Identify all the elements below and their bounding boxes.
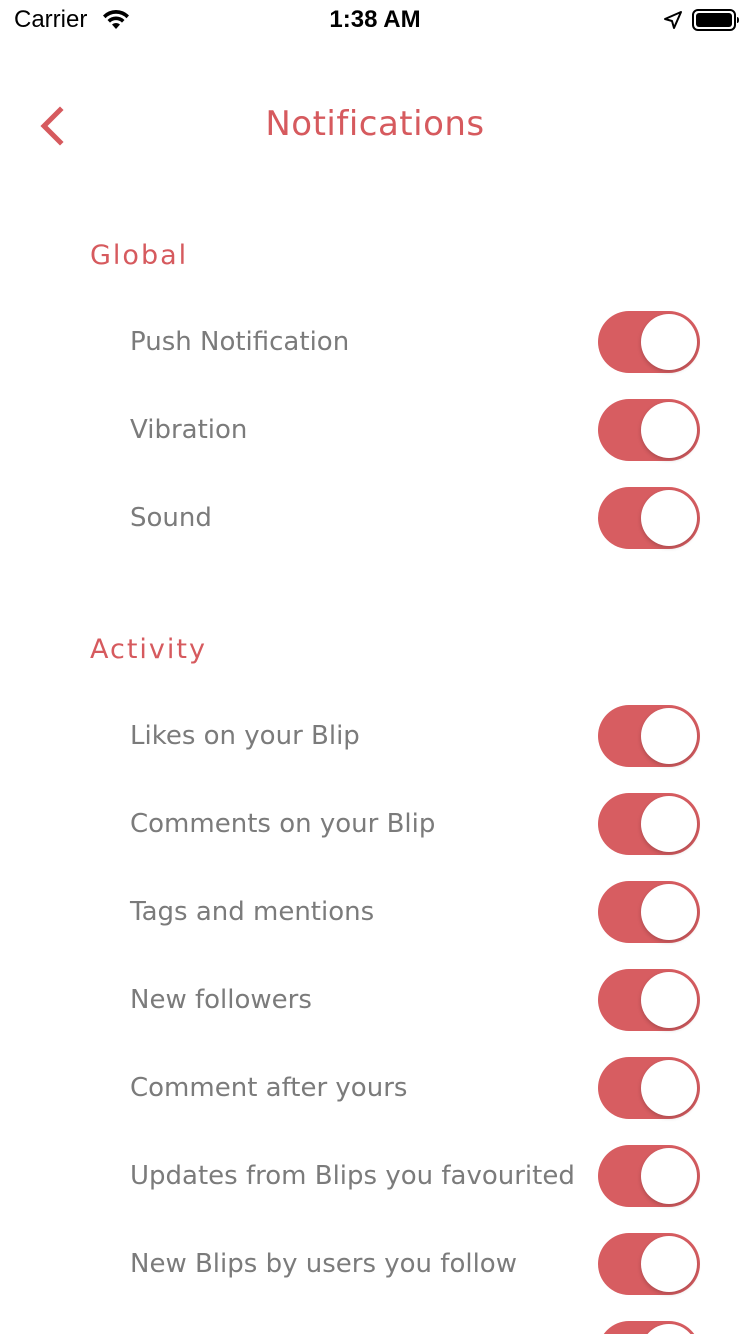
comment-after-yours-toggle[interactable] — [598, 1057, 700, 1119]
vibration-toggle[interactable] — [598, 399, 700, 461]
tags-mentions-toggle[interactable] — [598, 881, 700, 943]
new-blips-followed-toggle[interactable] — [598, 1233, 700, 1295]
setting-label: Comments on your Blip — [130, 809, 436, 839]
toggle-knob — [641, 1060, 697, 1116]
setting-row-likes: Likes on your Blip — [0, 692, 750, 780]
sound-toggle[interactable] — [598, 487, 700, 549]
push-notification-toggle[interactable] — [598, 311, 700, 373]
status-time: 1:38 AM — [329, 6, 421, 33]
toggle-knob — [641, 1236, 697, 1292]
toggle-knob — [641, 972, 697, 1028]
setting-label: New followers — [130, 985, 312, 1015]
setting-label: Updates from Blips you favourited — [130, 1161, 575, 1191]
location-arrow-icon — [664, 11, 682, 29]
favourited-updates-toggle[interactable] — [598, 1145, 700, 1207]
section-header-global: Global — [90, 240, 189, 271]
battery-icon — [692, 9, 739, 31]
status-bar: Carrier 1:38 AM — [0, 0, 750, 40]
setting-label: Vibration — [130, 415, 248, 445]
likes-toggle[interactable] — [598, 705, 700, 767]
toggle-knob — [641, 490, 697, 546]
section-header-activity: Activity — [90, 634, 207, 665]
setting-row-push-notification: Push Notification — [0, 298, 750, 386]
toggle-knob — [641, 884, 697, 940]
setting-label: Comment after yours — [130, 1073, 408, 1103]
setting-row-new-blips-followed: New Blips by users you follow — [0, 1220, 750, 1308]
toggle-knob — [641, 1148, 697, 1204]
comments-toggle[interactable] — [598, 793, 700, 855]
setting-row-new-followers: New followers — [0, 956, 750, 1044]
setting-label: New Blips by users you follow — [130, 1249, 517, 1279]
toggle-knob — [641, 708, 697, 764]
page-title: Notifications — [265, 104, 485, 144]
new-followers-toggle[interactable] — [598, 969, 700, 1031]
toggle-knob — [641, 1324, 697, 1334]
setting-label: Tags and mentions — [130, 897, 375, 927]
toggle-knob — [641, 796, 697, 852]
setting-label: Push Notification — [130, 327, 350, 357]
setting-row-comments: Comments on your Blip — [0, 780, 750, 868]
setting-label: Sound — [130, 503, 212, 533]
nav-bar: Notifications — [0, 86, 750, 166]
toggle-knob — [641, 402, 697, 458]
setting-row-partial — [0, 1308, 750, 1334]
toggle-knob — [641, 314, 697, 370]
setting-row-vibration: Vibration — [0, 386, 750, 474]
partial-toggle[interactable] — [598, 1321, 700, 1334]
setting-row-favourited-updates: Updates from Blips you favourited — [0, 1132, 750, 1220]
setting-row-sound: Sound — [0, 474, 750, 562]
setting-label: Likes on your Blip — [130, 721, 360, 751]
setting-row-tags-mentions: Tags and mentions — [0, 868, 750, 956]
setting-row-comment-after-yours: Comment after yours — [0, 1044, 750, 1132]
